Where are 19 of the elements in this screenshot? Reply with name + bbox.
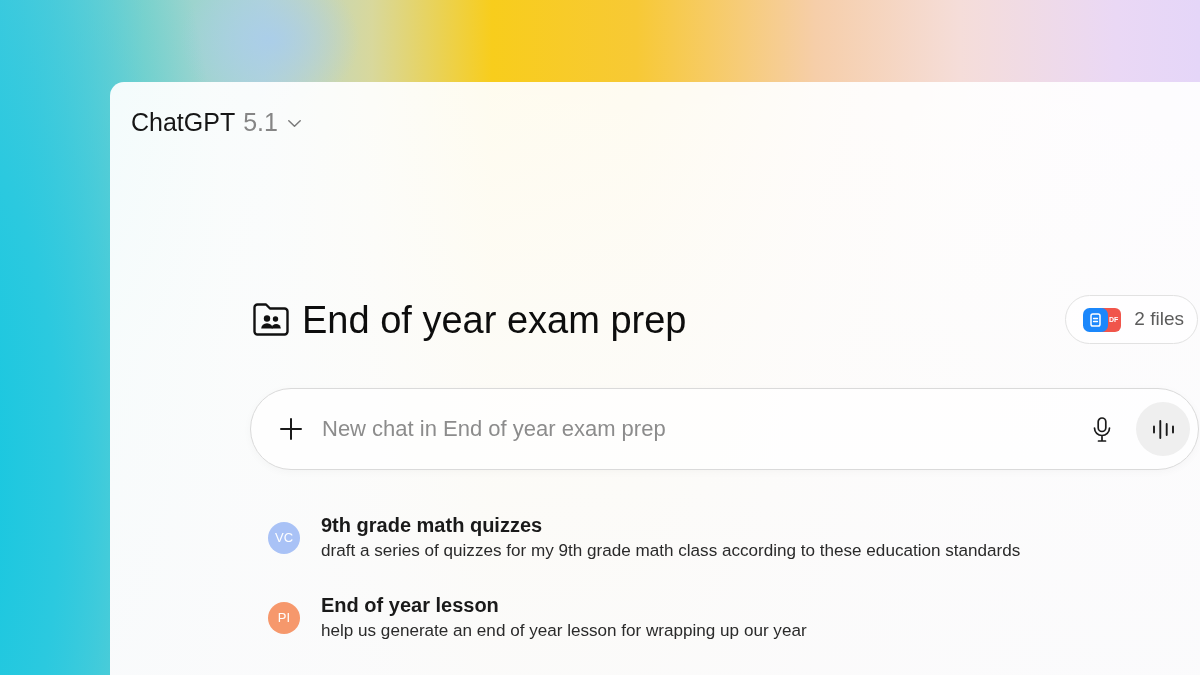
chat-snippet: draft a series of quizzes for my 9th grade math class according to these education standards: [321, 540, 1021, 562]
chevron-down-icon: [287, 120, 301, 127]
chat-snippet: help us generate an end of year lesson for wrapping up our year: [321, 620, 807, 642]
voice-mode-button[interactable]: [1136, 402, 1190, 456]
chat-title[interactable]: End of year lesson: [321, 593, 807, 618]
dictate-button[interactable]: [1093, 416, 1111, 442]
folder-people-icon: [253, 303, 289, 336]
avatar-initials: VC: [268, 522, 300, 554]
sound-wave-icon: [1152, 419, 1174, 439]
project-title: End of year exam prep: [302, 297, 687, 343]
document-icon: [1083, 307, 1109, 332]
model-selector[interactable]: ChatGPT 5.1: [131, 104, 301, 140]
message-input[interactable]: New chat in End of year exam prep: [322, 412, 1093, 446]
plus-icon: [280, 418, 302, 440]
message-composer[interactable]: New chat in End of year exam prep: [250, 388, 1199, 470]
avatar-initials: PI: [268, 602, 300, 634]
chat-title[interactable]: 9th grade math quizzes: [321, 513, 1021, 538]
add-button[interactable]: [280, 418, 302, 440]
microphone-icon: [1093, 416, 1111, 442]
